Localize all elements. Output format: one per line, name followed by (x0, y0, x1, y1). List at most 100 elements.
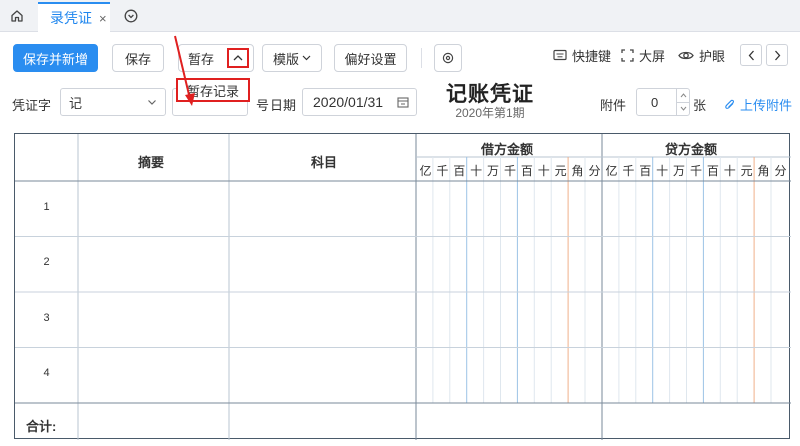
credit-unit-label: 角 (757, 164, 770, 178)
summary-cell[interactable] (79, 182, 229, 236)
fullscreen-label: 大屏 (639, 48, 666, 64)
debit-unit-label: 元 (554, 164, 567, 178)
total-label: 合计: (26, 419, 57, 434)
debit-unit-label: 分 (588, 164, 601, 178)
fullscreen-icon (621, 48, 634, 62)
date-value: 2020/01/31 (313, 94, 384, 110)
template-label: 模版 (272, 51, 299, 67)
row-number: 4 (43, 367, 50, 380)
chevron-down-icon (148, 100, 156, 105)
date-label: 日期 (270, 98, 297, 113)
col-credit-header: 贷方金额 (665, 142, 718, 157)
attachment-count: 0 (651, 94, 659, 110)
close-icon[interactable]: × (99, 11, 107, 26)
upload-attachment-link[interactable]: 上传附件 (724, 95, 792, 114)
credit-unit-label: 十 (656, 164, 669, 178)
chevron-down-icon (302, 55, 311, 61)
stepper-down-button[interactable] (677, 101, 689, 116)
attachment-stepper (676, 89, 689, 115)
chevron-left-icon (748, 50, 754, 60)
debit-unit-label: 万 (487, 164, 500, 178)
save-button[interactable]: 保存 (112, 44, 164, 72)
temp-save-label: 暂存 (188, 51, 215, 67)
stepper-up-button[interactable] (677, 89, 689, 102)
tab-bar: 录凭证 × (0, 0, 800, 32)
prev-voucher-button[interactable] (740, 44, 762, 66)
attachment-unit: 张 (693, 98, 707, 113)
voucher-word-label: 凭证字 (12, 98, 52, 113)
upload-label: 上传附件 (740, 98, 793, 113)
temp-record-menu-item[interactable]: 暂存记录 (176, 78, 250, 102)
preferences-button[interactable]: 偏好设置 (334, 44, 407, 72)
temp-save-toggle[interactable] (227, 48, 249, 68)
fullscreen-button[interactable]: 大屏 (621, 44, 665, 66)
debit-unit-label: 百 (520, 164, 533, 178)
tab-voucher-entry[interactable]: 录凭证 × (38, 2, 110, 32)
eye-icon (678, 49, 694, 62)
debit-unit-label: 亿 (419, 164, 432, 178)
date-input[interactable]: 2020/01/31 (302, 88, 417, 116)
paperclip-icon (725, 99, 734, 109)
debit-unit-label: 百 (453, 164, 466, 178)
save-and-new-button[interactable]: 保存并新增 (13, 44, 98, 72)
chevron-up-icon (233, 55, 243, 61)
subject-cell[interactable] (230, 293, 416, 347)
debit-unit-label: 十 (537, 164, 550, 178)
home-tab[interactable] (0, 0, 34, 32)
summary-cell[interactable] (79, 349, 229, 403)
chevron-circle-down-icon (124, 9, 138, 23)
credit-unit-label: 百 (706, 164, 719, 178)
credit-cell[interactable] (603, 349, 791, 403)
credit-cell[interactable] (603, 182, 791, 236)
tab-label: 录凭证 (50, 10, 92, 26)
credit-cell[interactable] (603, 238, 791, 292)
voucher-period: 2020年第1期 (455, 106, 525, 120)
shortcut-button[interactable]: 快捷键 (553, 44, 611, 66)
eye-care-label: 护眼 (699, 48, 726, 64)
attachment-count-input[interactable]: 0 (636, 88, 690, 116)
col-summary-header: 摘要 (138, 155, 165, 170)
credit-unit-label: 千 (689, 164, 702, 178)
debit-cell[interactable] (417, 238, 602, 292)
next-voucher-button[interactable] (766, 44, 788, 66)
chevron-right-icon (774, 50, 780, 60)
credit-unit-label: 千 (622, 164, 635, 178)
tab-more-button[interactable] (116, 0, 146, 32)
credit-unit-label: 亿 (605, 164, 618, 178)
debit-unit-label: 千 (503, 164, 516, 178)
subject-cell[interactable] (230, 182, 416, 236)
row-number: 1 (43, 200, 50, 213)
credit-unit-label: 分 (774, 164, 787, 178)
col-subject-header: 科目 (311, 155, 338, 170)
credit-unit-label: 元 (740, 164, 753, 178)
row-number: 2 (43, 256, 50, 269)
debit-cell[interactable] (417, 293, 602, 347)
caret-up-icon (680, 92, 686, 98)
debit-unit-label: 十 (470, 164, 483, 178)
debit-cell[interactable] (417, 182, 602, 236)
eye-care-button[interactable]: 护眼 (678, 44, 725, 66)
debit-cell[interactable] (417, 349, 602, 403)
summary-cell[interactable] (79, 238, 229, 292)
keyboard-icon (553, 49, 567, 61)
temp-save-button[interactable]: 暂存 (178, 44, 254, 72)
voucher-word-select[interactable]: 记 (60, 88, 166, 116)
template-button[interactable]: 模版 (262, 44, 322, 72)
summary-cell[interactable] (79, 293, 229, 347)
subject-cell[interactable] (230, 349, 416, 403)
debit-unit-label: 千 (436, 164, 449, 178)
credit-unit-label: 百 (639, 164, 652, 178)
voucher-grid: 摘要 科目 借方金额 贷方金额 亿千百十万千百十元角分亿千百十万千百十元角分 1… (14, 133, 791, 440)
attachment-label: 附件 (600, 98, 627, 113)
toolbar-divider (421, 48, 422, 68)
credit-unit-label: 万 (673, 164, 686, 178)
voucher-word-value: 记 (69, 95, 83, 111)
debit-unit-label: 角 (571, 164, 584, 178)
voucher-number-suffix: 号 (256, 98, 270, 113)
settings-button[interactable] (434, 44, 462, 72)
calendar-icon (397, 97, 409, 108)
row-number: 3 (43, 311, 50, 324)
credit-unit-label: 十 (723, 164, 736, 178)
subject-cell[interactable] (230, 238, 416, 292)
credit-cell[interactable] (603, 293, 791, 347)
